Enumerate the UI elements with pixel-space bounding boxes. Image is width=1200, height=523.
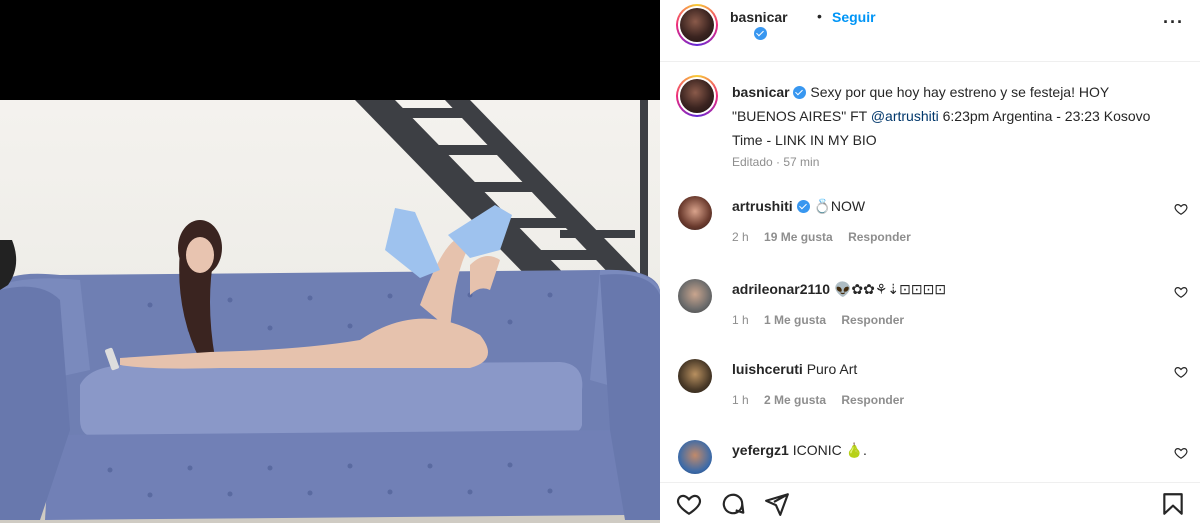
comment-likes[interactable]: 1 Me gusta — [764, 313, 826, 327]
caption-avatar[interactable] — [676, 75, 718, 117]
comment-time[interactable]: 1 h — [732, 393, 749, 407]
save-icon[interactable] — [1160, 491, 1186, 517]
commenter-avatar[interactable] — [678, 196, 712, 230]
action-bar — [660, 482, 1200, 523]
comment-username[interactable]: yefergz1 — [732, 442, 789, 458]
heart-icon[interactable] — [1174, 446, 1188, 460]
reply-button[interactable]: Responder — [841, 313, 904, 327]
author-avatar[interactable] — [676, 4, 718, 46]
comment-time[interactable]: 1 h — [732, 313, 749, 327]
reply-button[interactable]: Responder — [848, 230, 911, 244]
comment-username[interactable]: luishceruti — [732, 361, 803, 377]
heart-icon[interactable] — [1174, 285, 1188, 299]
post-photo[interactable] — [0, 100, 660, 523]
comment-line: adrileonar2110 👽✿✿⚘⇣⊡⊡⊡⊡ — [732, 281, 946, 298]
comment-username[interactable]: adrileonar2110 — [732, 281, 830, 297]
heart-icon[interactable] — [676, 491, 702, 517]
sofa — [0, 269, 660, 520]
comment-text: ICONIC 🍐. — [792, 442, 867, 458]
caption-mention[interactable]: @artrushiti — [871, 108, 939, 124]
comment-icon[interactable] — [720, 491, 746, 517]
comment-item: luishceruti Puro Art 1 h 2 Me gusta Resp… — [660, 359, 1200, 429]
post-panel: basnicar • Seguir ··· basnicar Sexy por … — [660, 0, 1200, 523]
caption-meta: Editado · 57 min — [732, 155, 820, 169]
verified-icon — [796, 200, 810, 213]
more-icon[interactable]: ··· — [1163, 12, 1184, 33]
verified-icon — [754, 27, 767, 40]
comment-line: artrushiti 💍NOW — [732, 198, 865, 215]
post-header: basnicar • Seguir ··· — [660, 0, 1200, 62]
staircase — [355, 100, 648, 290]
comment-item: yefergz1 ICONIC 🍐. — [660, 440, 1200, 480]
comment-item: adrileonar2110 👽✿✿⚘⇣⊡⊡⊡⊡ 1 h 1 Me gusta … — [660, 279, 1200, 349]
comment-text: Puro Art — [806, 361, 858, 377]
post-media[interactable] — [0, 0, 660, 523]
comment-username[interactable]: artrushiti — [732, 198, 793, 214]
reply-button[interactable]: Responder — [841, 393, 904, 407]
comment-text: 💍NOW — [813, 198, 866, 214]
author-username[interactable]: basnicar — [730, 9, 788, 25]
verified-icon — [793, 86, 807, 99]
caption-text: basnicar Sexy por que hoy hay estreno y … — [732, 80, 1172, 152]
comment-likes[interactable]: 2 Me gusta — [764, 393, 826, 407]
photo-illustration — [0, 100, 660, 523]
comment-meta: 1 h 2 Me gusta Responder — [732, 393, 916, 407]
comment-text: 👽✿✿⚘⇣⊡⊡⊡⊡ — [833, 281, 947, 297]
comment-line: luishceruti Puro Art — [732, 361, 857, 377]
caption-username[interactable]: basnicar — [732, 84, 790, 100]
commenter-avatar[interactable] — [678, 440, 712, 474]
comment-meta: 1 h 1 Me gusta Responder — [732, 313, 916, 327]
comment-time[interactable]: 2 h — [732, 230, 749, 244]
commenter-avatar[interactable] — [678, 359, 712, 393]
commenter-avatar[interactable] — [678, 279, 712, 313]
follow-button[interactable]: Seguir — [832, 9, 876, 25]
separator-dot: • — [817, 8, 822, 24]
comment-line: yefergz1 ICONIC 🍐. — [732, 442, 867, 459]
comment-item: artrushiti 💍NOW 2 h 19 Me gusta Responde… — [660, 196, 1200, 266]
share-icon[interactable] — [764, 491, 790, 517]
heart-icon[interactable] — [1174, 202, 1188, 216]
comment-likes[interactable]: 19 Me gusta — [764, 230, 833, 244]
comment-meta: 2 h 19 Me gusta Responder — [732, 230, 923, 244]
heart-icon[interactable] — [1174, 365, 1188, 379]
